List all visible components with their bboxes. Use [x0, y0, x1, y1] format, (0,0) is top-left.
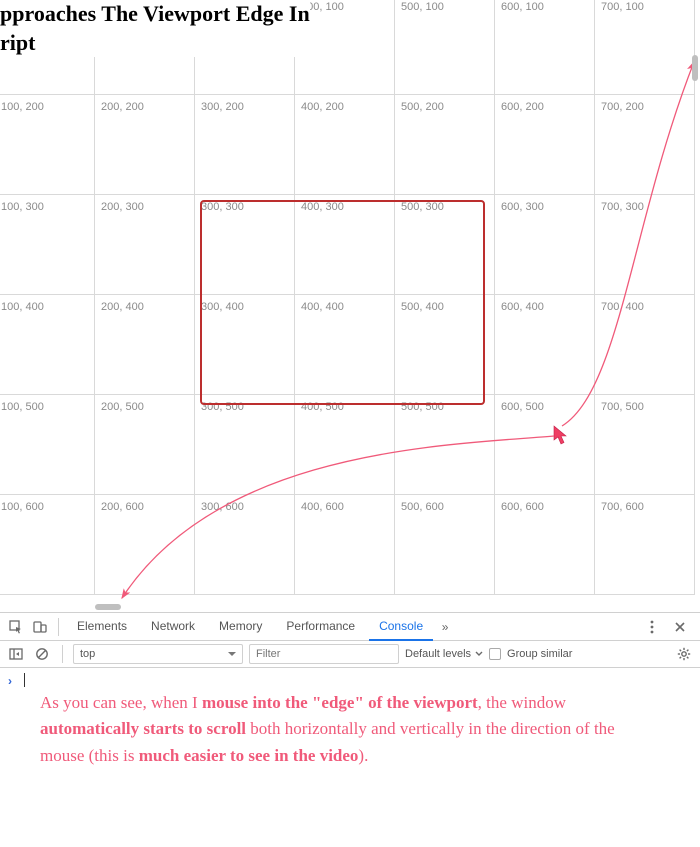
- grid-cell: 600, 400: [495, 295, 595, 395]
- clear-console-icon[interactable]: [32, 644, 52, 664]
- grid-cell: 100, 300: [0, 195, 95, 295]
- group-similar-label: Group similar: [507, 648, 572, 660]
- grid-cell: 500, 200: [395, 95, 495, 195]
- page-title: pproaches The Viewport Edge In ript: [0, 0, 310, 57]
- tab-label: Memory: [219, 619, 262, 633]
- chevron-down-icon: [475, 650, 483, 658]
- grid-cell: 700, 400: [595, 295, 695, 395]
- console-prompt-icon: ›: [8, 674, 12, 688]
- tab-elements[interactable]: Elements: [67, 613, 137, 641]
- execution-context-select[interactable]: top: [73, 644, 243, 664]
- grid-cell: 400, 200: [295, 95, 395, 195]
- tab-network[interactable]: Network: [141, 613, 205, 641]
- tab-label: Console: [379, 619, 423, 633]
- grid-cell: 700, 100: [595, 0, 695, 95]
- grid-cell: 700, 500: [595, 395, 695, 495]
- grid-cell: 600, 300: [495, 195, 595, 295]
- grid-cell: 700, 300: [595, 195, 695, 295]
- grid-cell: 300, 600: [195, 495, 295, 595]
- grid-cell: 100, 600: [0, 495, 95, 595]
- vertical-scrollbar-thumb[interactable]: [692, 55, 698, 81]
- inspect-element-icon[interactable]: [6, 617, 26, 637]
- grid-cell: 700, 200: [595, 95, 695, 195]
- console-body[interactable]: › As you can see, when I mouse into the …: [0, 668, 700, 680]
- grid-cell: 600, 200: [495, 95, 595, 195]
- tab-label: Elements: [77, 619, 127, 633]
- levels-label: Default levels: [405, 648, 471, 660]
- devtools-tabbar: Elements Network Memory Performance Cons…: [0, 613, 700, 641]
- grid-cell: 100, 500: [0, 395, 95, 495]
- toggle-sidebar-icon[interactable]: [6, 644, 26, 664]
- page-title-line2: ript: [0, 29, 310, 58]
- more-tabs-icon[interactable]: »: [437, 620, 453, 634]
- filter-input[interactable]: [249, 644, 399, 664]
- grid-cell: 300, 500: [195, 395, 295, 495]
- grid-cell: 500, 600: [395, 495, 495, 595]
- grid-cell: 500, 500: [395, 395, 495, 495]
- tab-label: Performance: [286, 619, 355, 633]
- grid-cell: 100, 400: [0, 295, 95, 395]
- group-similar-checkbox[interactable]: [489, 648, 501, 660]
- page-title-line1: pproaches The Viewport Edge In: [0, 0, 310, 29]
- grid-cell: 100, 200: [0, 95, 95, 195]
- grid-cell: 300, 300: [195, 195, 295, 295]
- handwritten-annotation: As you can see, when I mouse into the "e…: [40, 690, 660, 769]
- context-value: top: [80, 648, 95, 660]
- grid-cell: 400, 500: [295, 395, 395, 495]
- mouse-cursor-icon: [553, 425, 569, 445]
- grid-cell: 400, 600: [295, 495, 395, 595]
- tab-label: Network: [151, 619, 195, 633]
- tab-memory[interactable]: Memory: [209, 613, 272, 641]
- grid-cell: 400, 100: [295, 0, 395, 95]
- grid-cell: 600, 600: [495, 495, 595, 595]
- grid-cell: 500, 300: [395, 195, 495, 295]
- devtools-panel: Elements Network Memory Performance Cons…: [0, 612, 700, 847]
- grid-cell: 200, 600: [95, 495, 195, 595]
- grid-cell: 500, 400: [395, 295, 495, 395]
- horizontal-scrollbar-thumb[interactable]: [95, 604, 121, 610]
- grid-cell: 300, 200: [195, 95, 295, 195]
- grid-cell: 200, 400: [95, 295, 195, 395]
- device-toolbar-icon[interactable]: [30, 617, 50, 637]
- grid-cell: 600, 100: [495, 0, 595, 95]
- settings-gear-icon[interactable]: [674, 644, 694, 664]
- grid-cell: 400, 300: [295, 195, 395, 295]
- tab-performance[interactable]: Performance: [276, 613, 365, 641]
- grid-cell: 200, 200: [95, 95, 195, 195]
- console-toolbar: top Default levels Group similar: [0, 641, 700, 668]
- text-caret: [24, 673, 25, 687]
- divider: [62, 645, 63, 663]
- grid-cell: 500, 100: [395, 0, 495, 95]
- page-viewport[interactable]: 100, 100200, 100300, 100400, 100500, 100…: [0, 0, 700, 612]
- close-icon[interactable]: [674, 621, 694, 633]
- grid-cell: 200, 500: [95, 395, 195, 495]
- log-levels-select[interactable]: Default levels: [405, 648, 483, 660]
- grid-cell: 200, 300: [95, 195, 195, 295]
- grid-cell: 700, 600: [595, 495, 695, 595]
- tab-console[interactable]: Console: [369, 613, 433, 641]
- grid-cell: 400, 400: [295, 295, 395, 395]
- kebab-menu-icon[interactable]: [650, 620, 670, 634]
- grid-cell: 600, 500: [495, 395, 595, 495]
- grid-cell: 300, 400: [195, 295, 295, 395]
- divider: [58, 618, 59, 636]
